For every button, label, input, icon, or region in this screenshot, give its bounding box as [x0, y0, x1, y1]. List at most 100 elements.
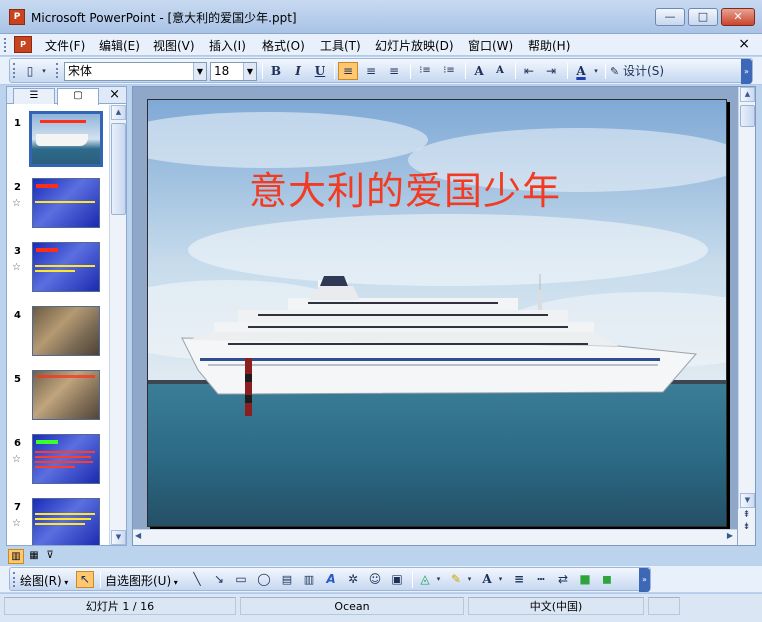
slide-title[interactable]: 意大利的爱国少年 — [148, 160, 662, 215]
toolbar-options-icon[interactable]: » — [741, 59, 752, 84]
slide-thumbnail-row[interactable]: 7 ☆ — [7, 492, 108, 545]
select-objects-icon[interactable]: ↖ — [76, 571, 94, 588]
clipart-icon[interactable]: ☺ — [366, 571, 384, 588]
chevron-down-icon[interactable]: ▼ — [193, 63, 206, 80]
slide-thumbnail-row[interactable]: 1 — [7, 108, 108, 167]
font-color-dropdown-icon[interactable]: ▾ — [591, 62, 601, 80]
line-color-icon[interactable]: ✎ — [447, 571, 465, 588]
scroll-up-icon[interactable]: ▲ — [111, 105, 126, 120]
chevron-down-icon[interactable]: ▼ — [243, 63, 256, 80]
slide-thumbnail-row[interactable]: 6 ☆ — [7, 428, 108, 484]
3d-style-icon[interactable]: ◼ — [598, 571, 616, 588]
scroll-thumb[interactable] — [740, 105, 755, 127]
numbering-button[interactable]: ⁝≡ — [414, 62, 436, 80]
wordart-icon[interactable]: A — [322, 571, 340, 588]
slide-thumbnail[interactable] — [32, 498, 100, 545]
slide-horizontal-scrollbar[interactable]: ◀ ▶ — [133, 529, 737, 545]
fill-color-dropdown-icon[interactable]: ▾ — [434, 571, 443, 588]
picture-icon[interactable]: ▣ — [388, 571, 406, 588]
scroll-right-icon[interactable]: ▶ — [727, 531, 733, 540]
textbox-tool-icon[interactable]: ▤ — [278, 571, 296, 588]
menu-file[interactable]: 文件(F) — [45, 37, 85, 54]
normal-view-icon[interactable]: ▥ — [8, 549, 24, 564]
document-icon[interactable]: P — [14, 36, 32, 53]
bold-button[interactable]: B — [266, 62, 286, 80]
scroll-down-icon[interactable]: ▼ — [111, 530, 126, 545]
new-dropdown-icon[interactable]: ▾ — [39, 62, 49, 80]
increase-indent-button[interactable]: ⇥ — [541, 62, 561, 80]
menu-help[interactable]: 帮助(H) — [528, 37, 570, 54]
align-right-button[interactable]: ≡ — [384, 62, 404, 80]
decrease-indent-button[interactable]: ⇤ — [519, 62, 539, 80]
arrow-tool-icon[interactable]: ↘ — [210, 571, 228, 588]
menu-insert[interactable]: 插入(I) — [209, 37, 246, 54]
slide-thumbnail[interactable] — [32, 306, 100, 356]
document-close-icon[interactable]: × — [738, 36, 750, 52]
dash-style-icon[interactable]: ┅ — [532, 571, 550, 588]
rectangle-tool-icon[interactable]: ▭ — [232, 571, 250, 588]
panel-scrollbar[interactable]: ▲ ▼ — [109, 105, 126, 545]
shadow-style-icon[interactable]: ■ — [576, 571, 594, 588]
vertical-textbox-icon[interactable]: ▥ — [300, 571, 318, 588]
menu-grip[interactable] — [4, 38, 8, 52]
minimize-button[interactable]: — — [655, 8, 685, 26]
shrink-font-button[interactable]: A — [490, 62, 510, 80]
next-slide-icon[interactable]: ⇟ — [738, 521, 755, 533]
menu-window[interactable]: 窗口(W) — [468, 37, 513, 54]
bullets-button[interactable]: ⁝≡ — [438, 62, 460, 80]
status-language[interactable]: 中文(中国) — [468, 597, 644, 615]
current-slide[interactable]: 意大利的爱国少年 — [147, 99, 727, 527]
tab-outline[interactable]: ☰ — [13, 88, 55, 104]
maximize-button[interactable]: □ — [688, 8, 718, 26]
arrow-style-icon[interactable]: ⇄ — [554, 571, 572, 588]
slide-thumbnail[interactable] — [32, 370, 100, 420]
close-button[interactable]: ✕ — [721, 8, 755, 26]
fill-color-icon[interactable]: ◬ — [416, 571, 434, 588]
previous-slide-icon[interactable]: ⇞ — [738, 509, 755, 521]
slide-thumbnail-row[interactable]: 5 — [7, 364, 108, 420]
line-style-icon[interactable]: ≡ — [510, 571, 528, 588]
tab-slides[interactable]: ▢ — [57, 88, 99, 105]
font-color-dropdown-icon[interactable]: ▾ — [496, 571, 505, 588]
font-size-select[interactable]: 18 ▼ — [210, 62, 257, 81]
toolbar-grip[interactable] — [13, 63, 16, 78]
slide-thumbnail-row[interactable]: 4 — [7, 300, 108, 356]
underline-button[interactable]: U — [310, 62, 330, 80]
powerpoint-app-icon[interactable]: P — [9, 9, 25, 25]
line-tool-icon[interactable]: ╲ — [188, 571, 206, 588]
diagram-icon[interactable]: ✲ — [344, 571, 362, 588]
slide-thumbnail[interactable] — [32, 434, 100, 484]
align-left-button[interactable]: ≡ — [338, 62, 358, 80]
slideshow-view-icon[interactable]: ⊽ — [42, 549, 58, 564]
grow-font-button[interactable]: A — [469, 62, 489, 80]
slide-sorter-view-icon[interactable]: ▦ — [26, 549, 42, 564]
menu-edit[interactable]: 编辑(E) — [99, 37, 140, 54]
slide-thumbnail[interactable] — [29, 111, 103, 167]
oval-tool-icon[interactable]: ◯ — [255, 571, 273, 588]
panel-close-icon[interactable]: × — [109, 87, 120, 103]
toolbar-grip[interactable] — [13, 572, 16, 587]
menu-view[interactable]: 视图(V) — [153, 37, 195, 54]
slide-thumbnail[interactable] — [32, 178, 100, 228]
autoshapes-menu-button[interactable]: 自选图形(U) ▾ — [105, 572, 178, 589]
menu-slideshow[interactable]: 幻灯片放映(D) — [375, 37, 454, 54]
scroll-down-icon[interactable]: ▼ — [740, 493, 755, 508]
slide-thumbnail[interactable] — [32, 242, 100, 292]
scroll-up-icon[interactable]: ▲ — [740, 87, 755, 102]
menu-format[interactable]: 格式(O) — [262, 37, 305, 54]
toolbar-grip-2[interactable] — [56, 63, 59, 78]
design-button[interactable]: ✎ 设计(S) — [610, 62, 672, 80]
font-color-button[interactable]: A — [571, 62, 591, 80]
toolbar-options-icon[interactable]: » — [639, 568, 650, 592]
menu-tools[interactable]: 工具(T) — [320, 37, 361, 54]
scroll-thumb[interactable] — [111, 123, 126, 215]
line-color-dropdown-icon[interactable]: ▾ — [465, 571, 474, 588]
font-color-icon[interactable]: A — [478, 571, 496, 588]
new-file-icon[interactable]: ▯ — [20, 62, 40, 80]
draw-menu-button[interactable]: 绘图(R) ▾ — [20, 572, 68, 589]
slide-thumbnail-row[interactable]: 3 ☆ — [7, 236, 108, 292]
slide-thumbnail-row[interactable]: 2 ☆ — [7, 172, 108, 228]
scroll-left-icon[interactable]: ◀ — [135, 531, 141, 540]
slide-vertical-scrollbar[interactable]: ▲ ▼ — [738, 87, 755, 527]
align-center-button[interactable]: ≡ — [361, 62, 381, 80]
